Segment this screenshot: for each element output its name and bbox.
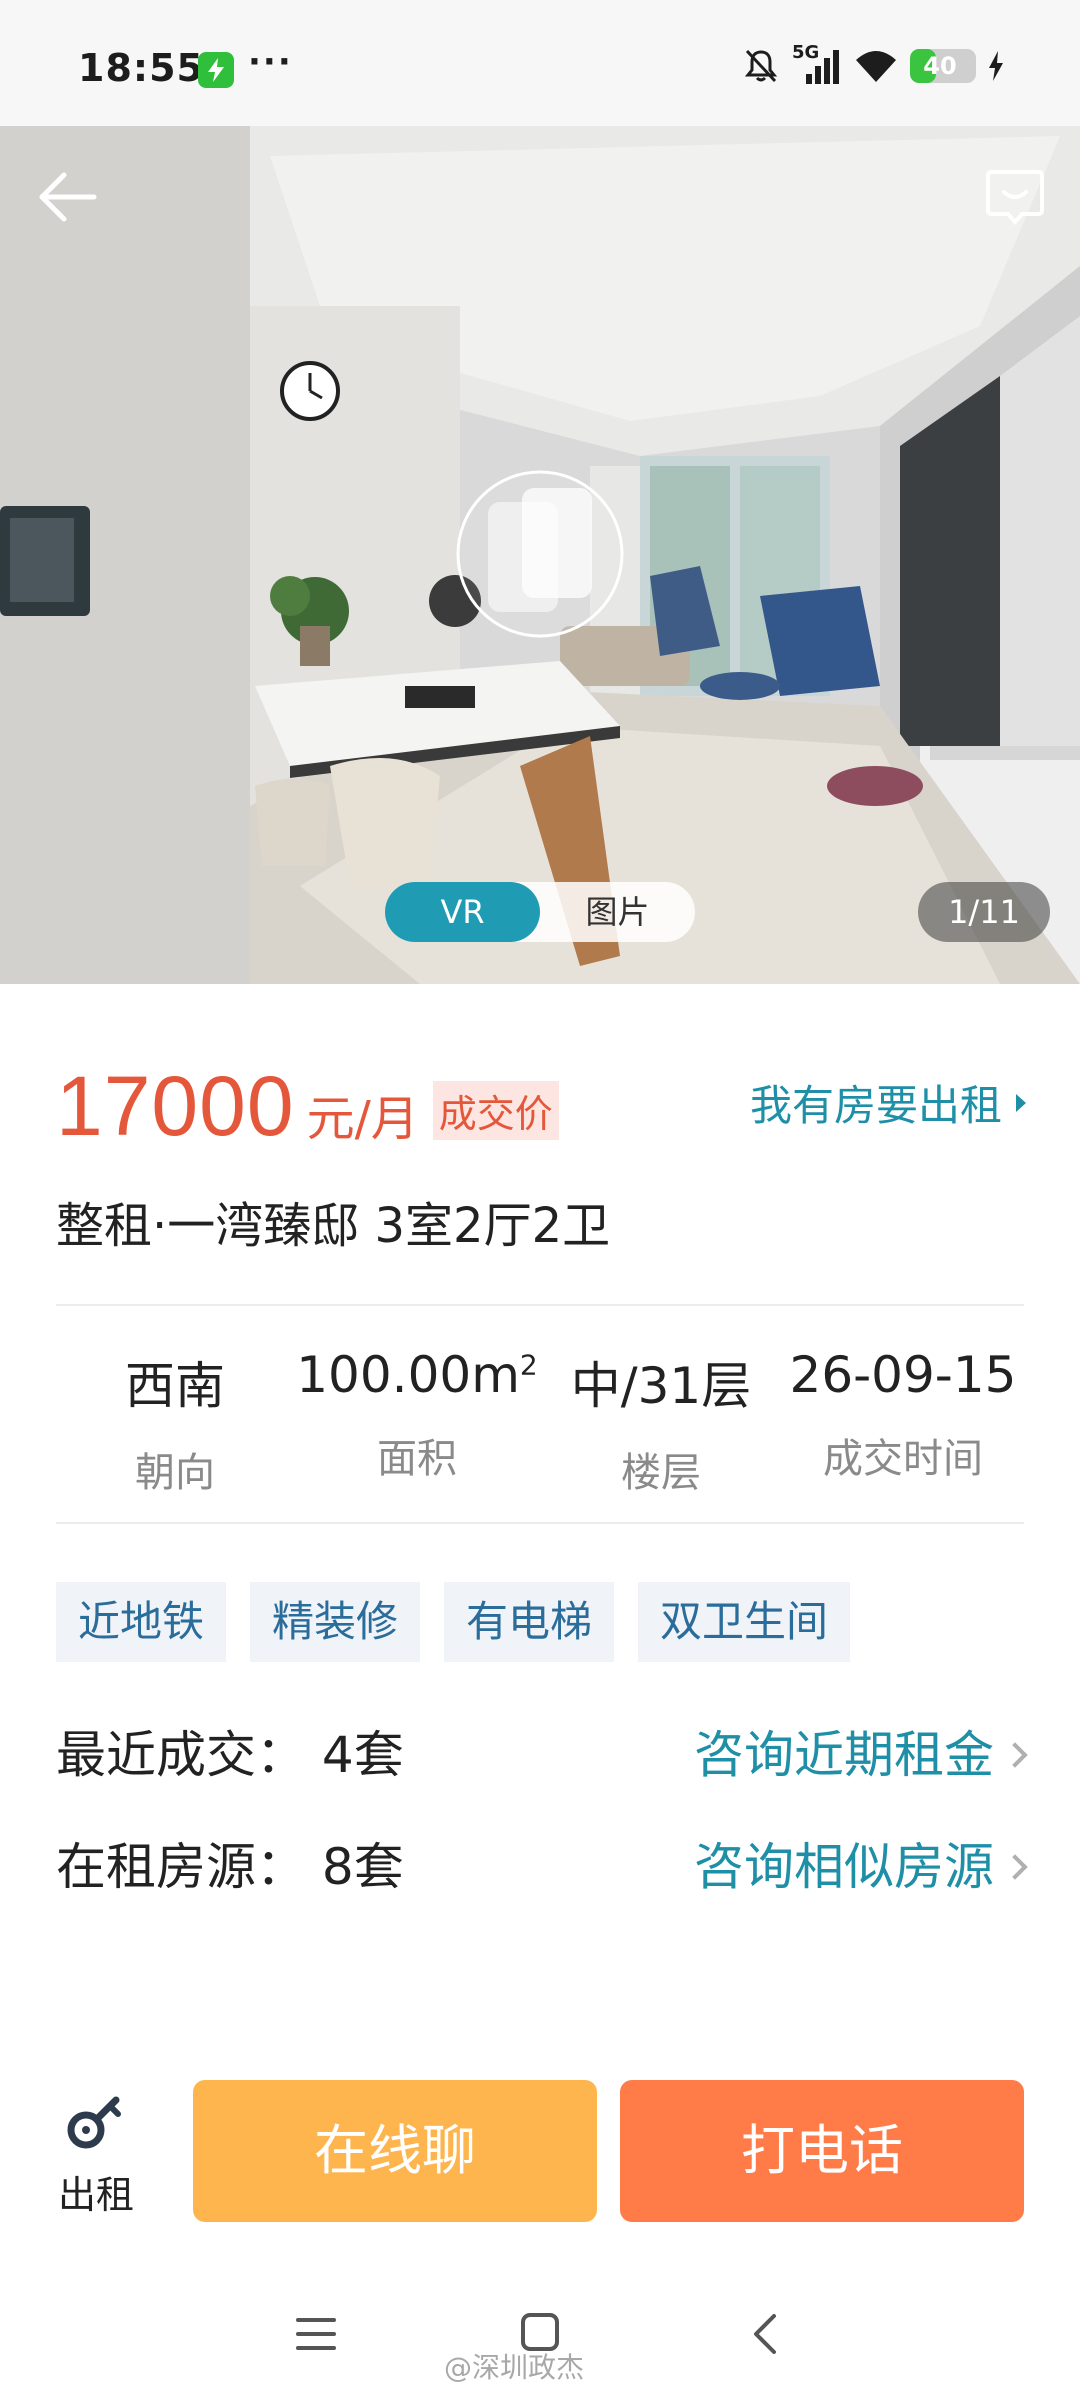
watermark: @深圳政杰 — [444, 2351, 585, 2384]
stat-value: 中/31层 — [570, 1357, 752, 1415]
price-unit: 元/月 — [306, 1091, 419, 1147]
more-notifications-icon: ··· — [248, 42, 293, 82]
recent-deals-row: 最近成交： 4套 咨询近期租金 — [56, 1720, 1028, 1790]
rent-out-shortcut[interactable]: 出租 — [56, 2090, 136, 2219]
listing-title: 整租·一湾臻邸 3室2厅2卫 — [56, 1198, 611, 1254]
chevron-right-icon — [1002, 1854, 1028, 1880]
recent-deals-label: 最近成交： 4套 — [56, 1726, 404, 1784]
media-type-toggle: VR 图片 — [385, 882, 695, 942]
consult-rent-link[interactable]: 咨询近期租金 — [694, 1720, 1028, 1790]
area-value: 100.00m — [296, 1346, 520, 1404]
tag-two-bathrooms: 双卫生间 — [638, 1582, 851, 1662]
listing-photo-carousel[interactable]: VR 图片 1/11 — [0, 126, 1080, 984]
stat-label: 面积 — [377, 1436, 457, 1482]
consult-similar-link[interactable]: 咨询相似房源 — [694, 1832, 1028, 1902]
tag-elevator: 有电梯 — [444, 1582, 615, 1662]
menu-icon[interactable] — [296, 2316, 336, 2352]
status-time: 18:55 — [78, 46, 204, 90]
key-icon — [67, 2096, 121, 2149]
back-arrow-icon[interactable] — [34, 162, 104, 232]
stat-label: 朝向 — [135, 1450, 215, 1496]
online-chat-button[interactable]: 在线聊 — [193, 2080, 597, 2222]
rent-out-label: 出租 — [57, 2173, 134, 2217]
status-bar: 18:55 ··· 5G 40 — [0, 0, 1080, 126]
stat-value: 100.00m2 — [292, 1346, 542, 1404]
chat-bubble-icon[interactable] — [984, 166, 1046, 228]
back-chevron-icon[interactable] — [746, 2312, 786, 2356]
stat-label: 成交时间 — [823, 1436, 983, 1482]
stat-value: 26-09-15 — [789, 1346, 1017, 1404]
status-indicators: 5G 40 — [742, 42, 1004, 88]
photo-counter: 1/11 — [918, 882, 1050, 942]
chevron-right-icon — [1002, 1742, 1028, 1768]
stat-value: 西南 — [125, 1357, 225, 1415]
price-value: 17000 — [56, 1059, 295, 1153]
on-rent-row: 在租房源： 8套 咨询相似房源 — [56, 1832, 1028, 1902]
charging-app-icon — [198, 52, 234, 88]
feature-tags: 近地铁 精装修 有电梯 双卫生间 — [56, 1582, 851, 1662]
vr-tab[interactable]: VR — [385, 882, 540, 942]
photo-tab[interactable]: 图片 — [540, 882, 695, 942]
divider — [56, 1304, 1024, 1306]
triangle-right-icon — [1016, 1093, 1026, 1112]
mute-icon — [744, 49, 778, 83]
on-rent-label: 在租房源： 8套 — [56, 1838, 404, 1896]
stat-deal-date: 26-09-15 成交时间 — [778, 1346, 1028, 1484]
consult-rent-label: 咨询近期租金 — [694, 1726, 994, 1784]
call-button[interactable]: 打电话 — [620, 2080, 1024, 2222]
wifi-icon — [856, 51, 896, 82]
living-room-photo — [0, 126, 1080, 984]
consult-similar-label: 咨询相似房源 — [694, 1838, 994, 1896]
deal-price-badge: 成交价 — [432, 1081, 559, 1140]
stat-floor: 中/31层 楼层 — [536, 1346, 786, 1498]
rent-out-link-label: 我有房要出租 — [749, 1081, 1002, 1130]
stat-orientation: 西南 朝向 — [50, 1346, 300, 1498]
charging-icon — [989, 51, 1003, 81]
tag-fine-decoration: 精装修 — [250, 1582, 421, 1662]
price-row: 17000 元/月 成交价 — [56, 1058, 559, 1153]
rent-out-link[interactable]: 我有房要出租 — [750, 1072, 1026, 1133]
stat-label: 楼层 — [621, 1450, 701, 1496]
stat-area: 100.00m2 面积 — [292, 1346, 542, 1484]
divider — [56, 1522, 1024, 1524]
tag-near-subway: 近地铁 — [56, 1582, 227, 1662]
battery-icon: 40 — [910, 49, 976, 83]
cellular-signal-icon: 5G — [792, 42, 842, 86]
battery-level: 40 — [923, 52, 957, 80]
